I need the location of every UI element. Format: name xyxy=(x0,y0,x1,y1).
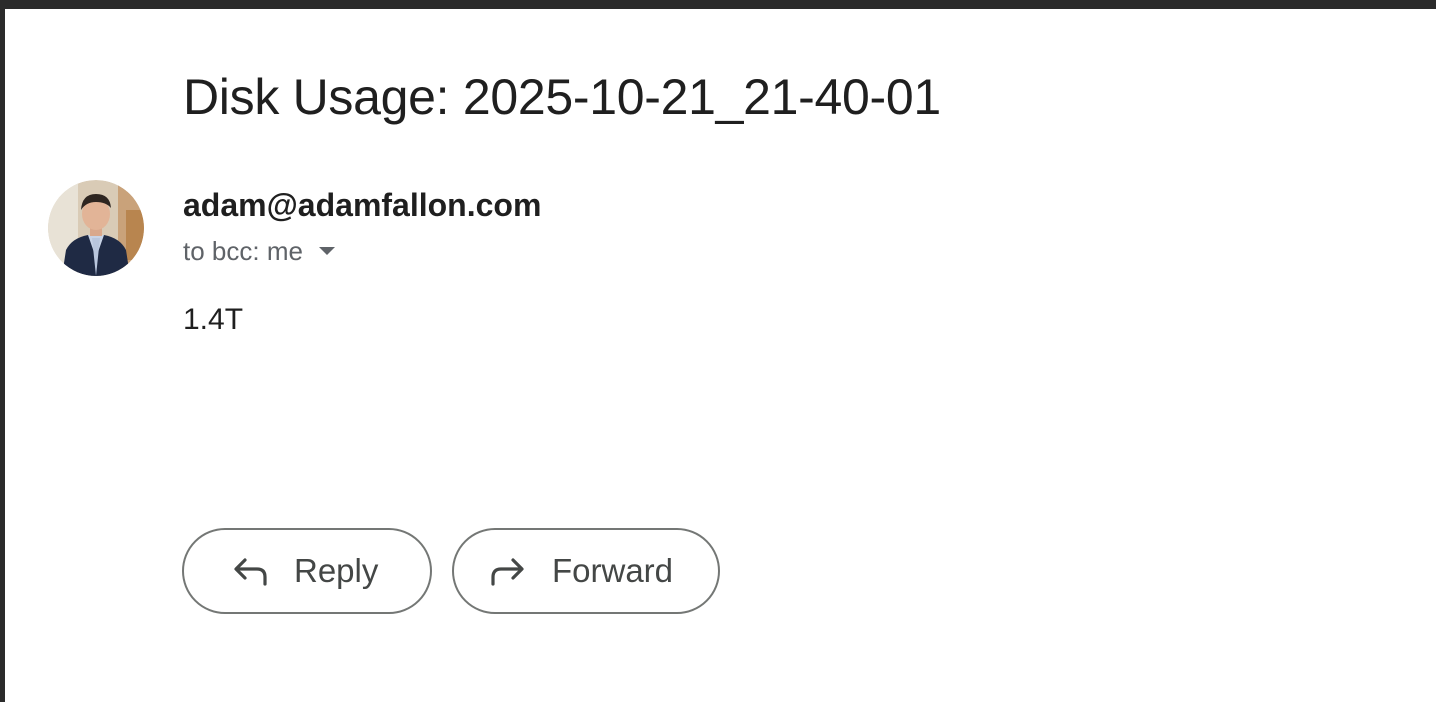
reply-icon xyxy=(230,551,270,591)
reply-button[interactable]: Reply xyxy=(182,528,432,614)
email-body: 1.4T xyxy=(183,303,244,336)
chevron-down-icon[interactable] xyxy=(317,245,337,257)
email-subject: Disk Usage: 2025-10-21_21-40-01 xyxy=(183,69,941,125)
sender-avatar[interactable] xyxy=(48,180,144,276)
sender-email[interactable]: adam@adamfallon.com xyxy=(183,186,541,224)
forward-label: Forward xyxy=(552,552,674,589)
recipients-line: to bcc: me xyxy=(183,235,337,267)
email-view: Disk Usage: 2025-10-21_21-40-01 adam@ada… xyxy=(0,0,1436,702)
recipients-text: to bcc: me xyxy=(183,236,303,266)
avatar-photo xyxy=(48,180,144,276)
email-actions: Reply Forward xyxy=(182,528,720,614)
forward-icon xyxy=(488,551,528,591)
reply-label: Reply xyxy=(294,552,379,589)
forward-button[interactable]: Forward xyxy=(452,528,720,614)
